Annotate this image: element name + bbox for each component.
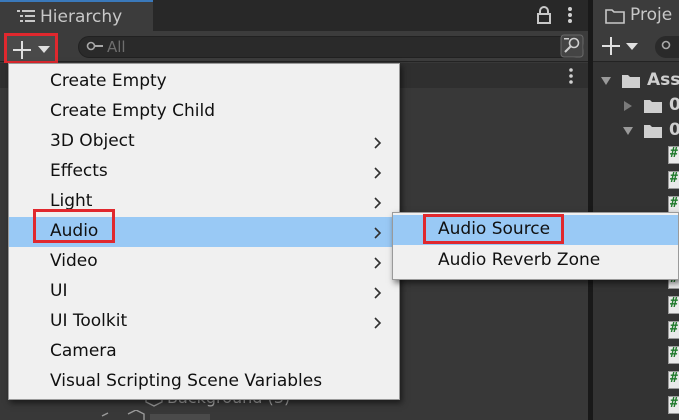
folder-open-icon bbox=[622, 75, 640, 88]
folder-icon bbox=[644, 100, 662, 113]
menu-item-label: Video bbox=[50, 251, 98, 271]
menu-item-label: Light bbox=[50, 191, 93, 211]
script-glyph: # bbox=[670, 321, 678, 336]
menu-item-ui-toolkit[interactable]: UI Toolkit bbox=[9, 307, 399, 337]
search-input[interactable] bbox=[107, 37, 547, 57]
more-options-icon[interactable] bbox=[563, 4, 577, 26]
chevron-right-icon bbox=[374, 317, 382, 329]
tree-item-assets[interactable]: Ass bbox=[593, 69, 679, 93]
menu-item-label: Audio Reverb Zone bbox=[438, 250, 601, 270]
script-glyph: # bbox=[670, 196, 678, 211]
expand-arrow-icon bbox=[601, 77, 611, 85]
menu-item-label: UI Toolkit bbox=[50, 311, 128, 331]
script-file-icon[interactable]: # bbox=[668, 146, 679, 164]
create-add-button[interactable] bbox=[4, 33, 58, 64]
lock-icon[interactable] bbox=[536, 5, 552, 25]
plus-icon bbox=[13, 41, 31, 59]
script-file-icon[interactable]: # bbox=[668, 296, 679, 314]
project-tab-label: Proje bbox=[630, 5, 673, 25]
menu-item-3d-object[interactable]: 3D Object bbox=[9, 127, 399, 157]
search-options-icon[interactable] bbox=[560, 34, 584, 58]
script-glyph: # bbox=[670, 396, 678, 411]
folder-icon bbox=[605, 9, 625, 24]
menu-item-create-empty[interactable]: Create Empty bbox=[9, 67, 399, 97]
menu-item-effects[interactable]: Effects bbox=[9, 157, 399, 187]
chevron-right-icon bbox=[374, 137, 382, 149]
caret-down-icon bbox=[38, 46, 50, 53]
search-icon bbox=[661, 40, 671, 50]
annotation-highlight-box bbox=[33, 209, 115, 243]
menu-item-audio-reverb-zone[interactable]: Audio Reverb Zone bbox=[393, 246, 678, 276]
search-icon bbox=[86, 41, 103, 51]
menu-item-video[interactable]: Video bbox=[9, 247, 399, 277]
script-file-icon[interactable]: # bbox=[668, 171, 679, 189]
chevron-right-icon bbox=[374, 167, 382, 179]
tab-project[interactable]: Proje bbox=[593, 0, 679, 31]
script-file-icon[interactable]: # bbox=[668, 321, 679, 339]
plus-icon[interactable] bbox=[602, 37, 620, 55]
menu-item-visual-scripting-scene-variables[interactable]: Visual Scripting Scene Variables bbox=[9, 367, 399, 397]
search-field[interactable] bbox=[78, 36, 584, 58]
script-glyph: # bbox=[670, 146, 678, 161]
tree-item-folder[interactable]: 0 bbox=[593, 94, 679, 118]
chevron-right-icon bbox=[374, 197, 382, 209]
menu-item-label: 3D Object bbox=[50, 131, 135, 151]
menu-item-label: Create Empty Child bbox=[50, 101, 215, 121]
folder-open-icon bbox=[644, 125, 662, 138]
menu-item-label: Camera bbox=[50, 341, 117, 361]
script-file-icon[interactable]: # bbox=[668, 346, 679, 364]
menu-item-label: UI bbox=[50, 281, 68, 301]
scene-options-icon[interactable] bbox=[565, 66, 577, 86]
gameobject-row-partial bbox=[101, 410, 210, 420]
project-panel: Proje Ass 0 0 # # # # # # # # bbox=[593, 0, 679, 420]
script-file-icon[interactable]: # bbox=[668, 396, 679, 414]
tree-item-label: 0 bbox=[669, 95, 679, 115]
script-glyph: # bbox=[670, 346, 678, 361]
menu-item-label: Create Empty bbox=[50, 71, 167, 91]
hierarchy-toolbar bbox=[0, 31, 588, 64]
hierarchy-list-icon bbox=[17, 10, 35, 22]
chevron-right-icon bbox=[374, 257, 382, 269]
menu-item-ui[interactable]: UI bbox=[9, 277, 399, 307]
chevron-right-icon bbox=[374, 227, 382, 239]
menu-item-label: Visual Scripting Scene Variables bbox=[50, 371, 323, 391]
menu-item-label: Effects bbox=[50, 161, 108, 181]
script-glyph: # bbox=[670, 296, 678, 311]
menu-item-camera[interactable]: Camera bbox=[9, 337, 399, 367]
hierarchy-tab-label: Hierarchy bbox=[40, 7, 123, 27]
project-search-field[interactable] bbox=[655, 36, 679, 58]
script-glyph: # bbox=[670, 371, 678, 386]
collapse-arrow-icon bbox=[624, 101, 632, 111]
tree-item-folder-open[interactable]: 0 bbox=[593, 119, 679, 143]
menu-item-create-empty-child[interactable]: Create Empty Child bbox=[9, 97, 399, 127]
tab-hierarchy[interactable]: Hierarchy bbox=[0, 0, 153, 31]
hierarchy-tab-bar: Hierarchy bbox=[0, 0, 588, 31]
tree-item-label: 0 bbox=[669, 120, 679, 140]
script-glyph: # bbox=[670, 171, 678, 186]
tree-item-label: Ass bbox=[647, 70, 679, 90]
annotation-highlight-box bbox=[423, 214, 564, 244]
chevron-right-icon bbox=[374, 287, 382, 299]
project-toolbar bbox=[593, 31, 679, 62]
expand-arrow-icon bbox=[623, 127, 633, 135]
caret-down-icon[interactable] bbox=[626, 43, 638, 51]
project-tab-bar: Proje bbox=[593, 0, 679, 31]
script-file-icon[interactable]: # bbox=[668, 371, 679, 389]
